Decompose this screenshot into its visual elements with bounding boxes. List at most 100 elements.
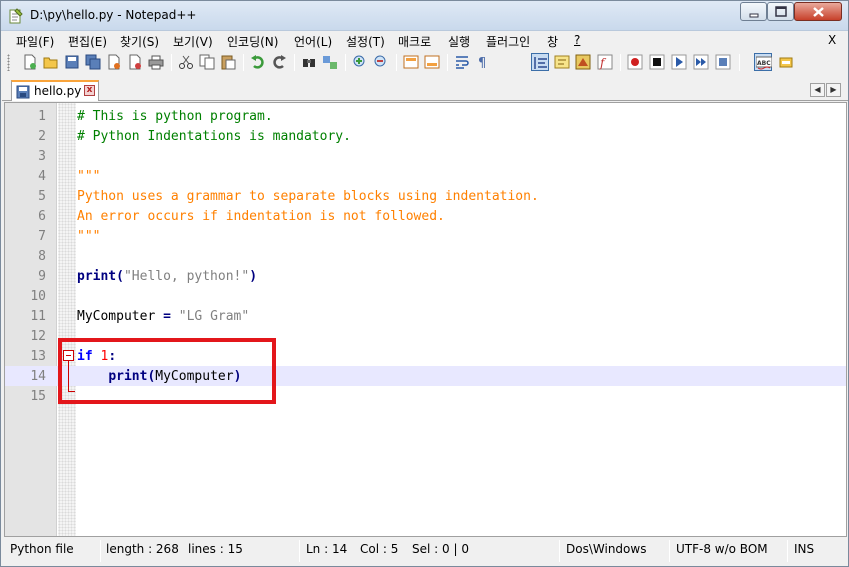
code-line[interactable]: 5 Python uses a grammar to separate block…	[5, 186, 846, 206]
save-all-icon[interactable]	[84, 53, 102, 71]
open-file-icon[interactable]	[42, 53, 60, 71]
line-number: 15	[30, 389, 46, 404]
string-literal: "Hello, python!"	[123, 269, 250, 284]
show-all-chars-icon[interactable]: ¶	[474, 53, 492, 71]
code-line[interactable]: 10	[5, 286, 846, 306]
line-number: 5	[38, 189, 46, 204]
new-file-icon[interactable]	[21, 53, 39, 71]
code-line[interactable]: 7 """	[5, 226, 846, 246]
code-editor[interactable]: 1 # This is python program. 2 # Python Inde…	[4, 102, 847, 537]
menu-edit[interactable]: 편집(E)	[68, 33, 107, 50]
title-bar[interactable]: D:\py\hello.py - Notepad++	[1, 1, 848, 31]
line-number: 14	[30, 369, 46, 384]
status-divider	[559, 540, 560, 562]
copy-icon[interactable]	[198, 53, 216, 71]
tab-hello-py[interactable]: hello.py x	[11, 80, 99, 101]
code-text: Python uses a grammar to separate blocks…	[77, 189, 539, 204]
code-line[interactable]: 6 An error occurs if indentation is not f…	[5, 206, 846, 226]
menu-encoding[interactable]: 인코딩(N)	[227, 33, 278, 50]
toolbar-grip[interactable]	[7, 54, 10, 71]
status-divider	[669, 540, 670, 562]
close-document-x[interactable]: X	[828, 33, 836, 47]
run-macro-multiple-icon[interactable]	[692, 53, 710, 71]
toolbar: ¶ f ABC	[2, 51, 848, 75]
code-line[interactable]: 1 # This is python program.	[5, 106, 846, 126]
menu-language[interactable]: 언어(L)	[294, 33, 332, 50]
save-icon	[16, 85, 30, 102]
close-window-button[interactable]	[794, 2, 842, 21]
code-line[interactable]: 2 # Python Indentations is mandatory.	[5, 126, 846, 146]
line-number: 3	[38, 149, 46, 164]
doc-map-icon[interactable]	[574, 53, 592, 71]
status-eol-format[interactable]: Dos\Windows	[566, 542, 646, 562]
sync-horizontal-icon[interactable]	[423, 53, 441, 71]
svg-text:¶: ¶	[478, 56, 486, 70]
maximize-button[interactable]	[767, 2, 794, 21]
menu-file[interactable]: 파일(F)	[16, 33, 54, 50]
function-list-icon[interactable]: f	[596, 53, 614, 71]
indent-guide-icon[interactable]	[531, 53, 549, 71]
save-icon[interactable]	[63, 53, 81, 71]
code-text: print("Hello, python!")	[77, 269, 257, 284]
tab-scroll-left-button[interactable]: ◀	[810, 83, 825, 97]
paste-icon[interactable]	[219, 53, 237, 71]
spell-check-icon[interactable]: ABC	[754, 53, 772, 71]
line-number: 11	[30, 309, 46, 324]
menu-help[interactable]: ?	[574, 33, 580, 47]
print-icon[interactable]	[147, 53, 165, 71]
replace-icon[interactable]	[321, 53, 339, 71]
line-number: 2	[38, 129, 46, 144]
code-line[interactable]: 4 """	[5, 166, 846, 186]
tab-scroll-right-button[interactable]: ▶	[826, 83, 841, 97]
menu-plugins[interactable]: 플러그인	[486, 33, 530, 50]
line-number: 4	[38, 169, 46, 184]
find-icon[interactable]	[300, 53, 318, 71]
toolbar-separator	[345, 54, 346, 71]
status-insert-mode[interactable]: INS	[794, 542, 814, 562]
identifier: MyComputer	[77, 309, 156, 324]
menu-search[interactable]: 찾기(S)	[120, 33, 159, 50]
user-language-icon[interactable]	[553, 53, 571, 71]
notepadpp-app-icon	[8, 8, 24, 24]
line-number: 1	[38, 109, 46, 124]
zoom-in-icon[interactable]	[351, 53, 369, 71]
string-literal: "LG Gram"	[178, 309, 250, 324]
sync-vertical-icon[interactable]	[402, 53, 420, 71]
code-line[interactable]: 8	[5, 246, 846, 266]
menu-window[interactable]: 창	[547, 33, 558, 50]
toolbar-separator	[620, 54, 621, 71]
undo-icon[interactable]	[249, 53, 267, 71]
annotation-highlight-box	[58, 338, 276, 404]
line-number: 8	[38, 249, 46, 264]
code-line[interactable]: 3	[5, 146, 846, 166]
zoom-out-icon[interactable]	[372, 53, 390, 71]
minimize-button[interactable]	[740, 2, 767, 21]
code-text: # This is python program.	[77, 109, 273, 124]
menu-settings[interactable]: 설정(T)	[346, 33, 385, 50]
code-line[interactable]: 9 print("Hello, python!")	[5, 266, 846, 286]
status-divider	[100, 540, 101, 562]
svg-text:ABC: ABC	[757, 60, 771, 67]
code-line[interactable]: 11 MyComputer = "LG Gram"	[5, 306, 846, 326]
record-macro-icon[interactable]	[626, 53, 644, 71]
close-all-icon[interactable]	[126, 53, 144, 71]
save-macro-icon[interactable]	[714, 53, 732, 71]
status-encoding[interactable]: UTF-8 w/o BOM	[676, 542, 768, 562]
menu-macro[interactable]: 매크로	[398, 33, 431, 50]
word-wrap-icon[interactable]	[453, 53, 471, 71]
cut-icon[interactable]	[177, 53, 195, 71]
menu-view[interactable]: 보기(V)	[173, 33, 213, 50]
status-line-number: Ln : 14	[306, 542, 348, 556]
plugin-icon[interactable]	[777, 53, 795, 71]
tab-close-button[interactable]: x	[84, 85, 95, 96]
line-number: 9	[38, 269, 46, 284]
redo-icon[interactable]	[270, 53, 288, 71]
print-keyword: print	[77, 269, 117, 284]
stop-macro-icon[interactable]	[648, 53, 666, 71]
play-macro-icon[interactable]	[670, 53, 688, 71]
menu-run[interactable]: 실행	[448, 33, 470, 50]
toolbar-separator	[171, 54, 172, 71]
line-number: 6	[38, 209, 46, 224]
close-icon[interactable]	[105, 53, 123, 71]
paren: (	[116, 269, 124, 284]
